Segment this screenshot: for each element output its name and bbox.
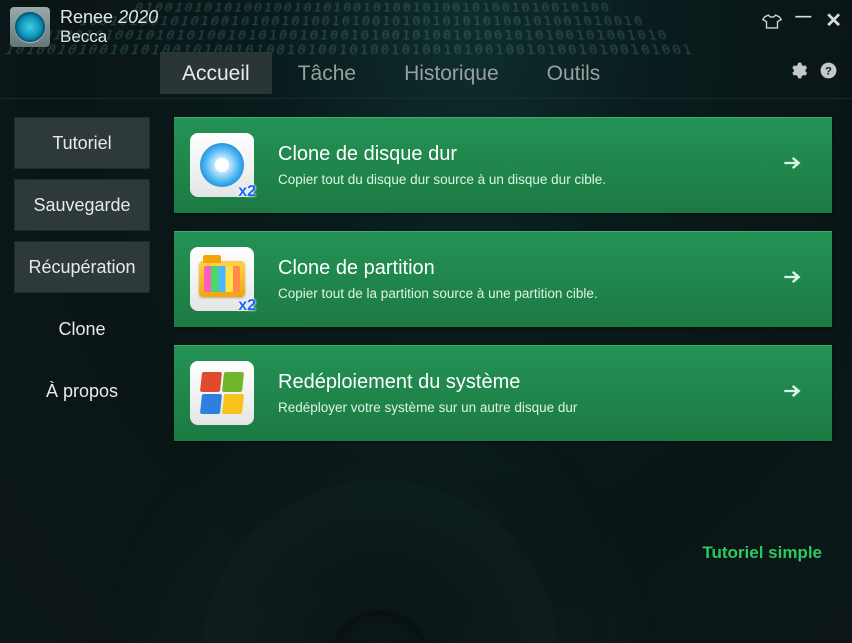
card-title: Clone de disque dur: [278, 143, 756, 166]
tshirt-icon[interactable]: [761, 14, 781, 28]
sidebar-item-apropos[interactable]: À propos: [14, 365, 150, 417]
card-clone-hdd[interactable]: x2 Clone de disque dur Copier tout du di…: [174, 117, 832, 213]
x2-badge: x2: [238, 297, 256, 315]
arrow-right-icon: [780, 378, 808, 409]
tutorial-simple-link[interactable]: Tutoriel simple: [702, 543, 822, 562]
sidebar-item-recuperation[interactable]: Récupération: [14, 241, 150, 293]
app-logo-icon: [10, 7, 50, 47]
sidebar-item-sauvegarde[interactable]: Sauvegarde: [14, 179, 150, 231]
tab-historique[interactable]: Historique: [382, 52, 521, 94]
arrow-right-icon: [780, 264, 808, 295]
windows-logo-icon: [190, 361, 254, 425]
window-controls: — ✕: [761, 8, 842, 33]
sidebar-item-clone[interactable]: Clone: [14, 303, 150, 355]
card-desc: Redéployer votre système sur un autre di…: [278, 400, 756, 415]
card-title: Clone de partition: [278, 257, 756, 280]
card-desc: Copier tout de la partition source à une…: [278, 286, 756, 301]
sidebar: Tutoriel Sauvegarde Récupération Clone À…: [14, 117, 150, 441]
x2-badge: x2: [238, 183, 256, 201]
footer: Tutoriel simple: [702, 543, 822, 563]
card-clone-partition[interactable]: x2 Clone de partition Copier tout de la …: [174, 231, 832, 327]
close-icon[interactable]: ✕: [825, 8, 842, 33]
app-title-main: Renee: [60, 7, 113, 27]
sidebar-item-tutoriel[interactable]: Tutoriel: [14, 117, 150, 169]
card-texts: Clone de partition Copier tout de la par…: [278, 257, 756, 301]
main-panel: x2 Clone de disque dur Copier tout du di…: [174, 117, 832, 441]
arrow-right-icon: [780, 150, 808, 181]
app-title-sub: Becca: [60, 27, 158, 47]
disk-clone-icon: x2: [190, 133, 254, 197]
app-title: Renee 2020 Becca: [60, 7, 158, 47]
card-title: Redéploiement du système: [278, 371, 756, 394]
card-redeploy-system[interactable]: Redéploiement du système Redéployer votr…: [174, 345, 832, 441]
tab-outils[interactable]: Outils: [525, 52, 623, 94]
title-bar: Renee 2020 Becca — ✕: [0, 0, 852, 50]
card-desc: Copier tout du disque dur source à un di…: [278, 172, 756, 187]
app-title-year: 2020: [118, 7, 158, 27]
main-tabs: Accueil Tâche Historique Outils: [0, 50, 852, 94]
partition-clone-icon: x2: [190, 247, 254, 311]
card-texts: Clone de disque dur Copier tout du disqu…: [278, 143, 756, 187]
minimize-icon[interactable]: —: [795, 8, 811, 26]
tab-accueil[interactable]: Accueil: [160, 52, 272, 94]
tab-tache[interactable]: Tâche: [276, 52, 378, 94]
app-window: 0100100110100010010100101001 10100100100…: [0, 0, 852, 643]
card-texts: Redéploiement du système Redéployer votr…: [278, 371, 756, 415]
content-area: Tutoriel Sauvegarde Récupération Clone À…: [0, 99, 852, 451]
